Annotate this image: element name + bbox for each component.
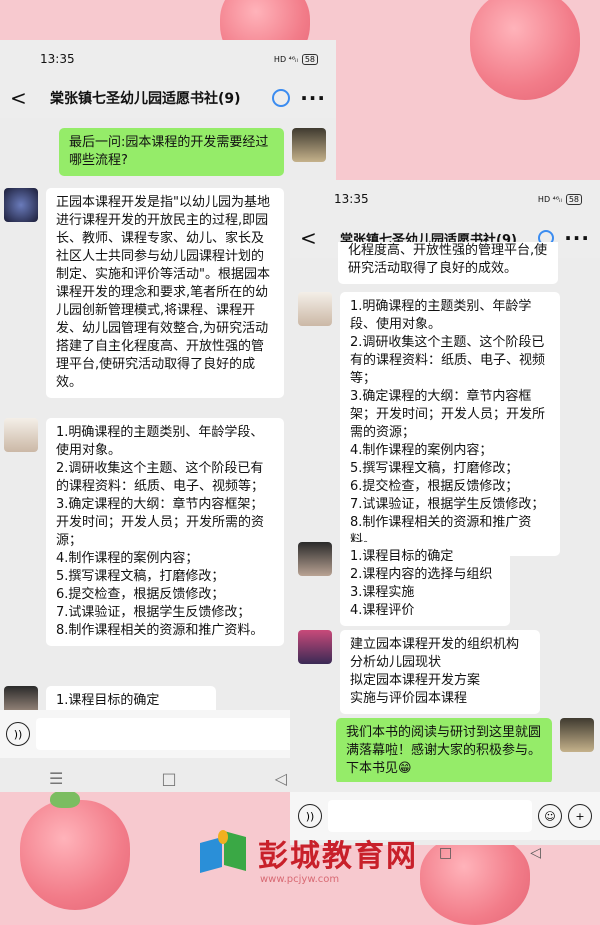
chat-area: 化程度高、开放性强的管理平台,使研究活动取得了良好的成效。 1.明确课程的主题类… xyxy=(290,242,600,782)
avatar xyxy=(4,418,38,452)
status-icons: HD ⁴⁶ᵢₗ 58 xyxy=(273,53,318,65)
message-input[interactable] xyxy=(36,718,300,750)
message-right: 我们本书的阅读与研讨到这里就圆满落幕啦！感谢大家的积极参与。下本书见😁 xyxy=(336,718,594,782)
message-left: 1.明确课程的主题类别、年龄学段、使用对象。 2.调研收集这个主题、这个阶段已有… xyxy=(4,418,284,646)
avatar xyxy=(292,128,326,162)
message-bubble: 1.明确课程的主题类别、年龄学段、使用对象。 2.调研收集这个主题、这个阶段已有… xyxy=(46,418,284,646)
signal-icon: HD ⁴⁶ᵢₗ xyxy=(273,54,298,64)
system-nav-bar: □ ◁ xyxy=(400,845,580,861)
avatar xyxy=(560,718,594,752)
avatar xyxy=(298,542,332,576)
chat-header: < 棠张镇七圣幼儿园适愿书社(9) ··· xyxy=(0,78,336,118)
voice-icon[interactable]: )) xyxy=(6,722,30,746)
emoji-icon[interactable]: ☺ xyxy=(538,804,562,828)
phone-screenshot-right: 13:35 HD ⁴⁶ᵢₗ 58 < 棠张镇七圣幼儿园适愿书社(9) ··· 化… xyxy=(290,180,600,845)
strawberry-decoration xyxy=(20,790,130,910)
message-right: 最后一问:园本课程的开发需要经过哪些流程? xyxy=(59,128,326,176)
message-bubble: 1.明确课程的主题类别、年龄学段、使用对象。 2.调研收集这个主题、这个阶段已有… xyxy=(340,292,560,556)
status-time: 13:35 xyxy=(334,192,369,206)
status-bar: 13:35 HD ⁴⁶ᵢₗ 58 xyxy=(290,180,600,218)
message-bubble: 1.课程目标的确定 2.课程内容的选择与组织 3.课程实施 4.课程评价 xyxy=(340,542,510,626)
back-nav-icon[interactable]: ◁ xyxy=(275,769,287,788)
message-left: 正园本课程开发是指"以幼儿园为基地进行课程开发的开放民主的过程,即园长、教师、课… xyxy=(4,188,284,398)
more-options-button[interactable]: ··· xyxy=(300,86,326,110)
avatar xyxy=(298,292,332,326)
voice-icon[interactable]: )) xyxy=(298,804,322,828)
battery-icon: 58 xyxy=(301,53,318,65)
home-nav-icon[interactable]: □ xyxy=(439,845,452,861)
system-nav-bar: ☰ □ ◁ xyxy=(0,756,336,792)
battery-icon: 58 xyxy=(565,193,582,205)
strawberry-decoration xyxy=(470,0,580,100)
phone-screenshot-left: 13:35 HD ⁴⁶ᵢₗ 58 < 棠张镇七圣幼儿园适愿书社(9) ··· 最… xyxy=(0,40,336,792)
status-icons: HD ⁴⁶ᵢₗ 58 xyxy=(537,193,582,205)
menu-nav-icon[interactable]: ☰ xyxy=(49,769,63,788)
watermark-url: www.pcjyw.com xyxy=(260,874,340,885)
signal-icon: HD ⁴⁶ᵢₗ xyxy=(537,194,562,204)
message-bubble: 正园本课程开发是指"以幼儿园为基地进行课程开发的开放民主的过程,即园长、教师、课… xyxy=(46,188,284,398)
message-bubble: 化程度高、开放性强的管理平台,使研究活动取得了良好的成效。 xyxy=(338,242,558,284)
avatar xyxy=(4,188,38,222)
avatar xyxy=(298,630,332,664)
message-left: 建立园本课程开发的组织机构 分析幼儿园现状 拟定园本课程开发方案 实施与评价园本… xyxy=(298,630,540,714)
message-bubble: 建立园本课程开发的组织机构 分析幼儿园现状 拟定园本课程开发方案 实施与评价园本… xyxy=(340,630,540,714)
home-nav-icon[interactable]: □ xyxy=(161,769,176,788)
add-icon[interactable]: + xyxy=(568,804,592,828)
message-input[interactable] xyxy=(328,800,532,832)
chat-title: 棠张镇七圣幼儿园适愿书社(9) xyxy=(50,91,241,107)
message-bubble: 最后一问:园本课程的开发需要经过哪些流程? xyxy=(59,128,284,176)
group-badge-icon xyxy=(272,89,291,107)
back-nav-icon[interactable]: ◁ xyxy=(530,845,541,861)
message-left: 化程度高、开放性强的管理平台,使研究活动取得了良好的成效。 xyxy=(338,242,558,284)
message-bubble: 我们本书的阅读与研讨到这里就圆满落幕啦！感谢大家的积极参与。下本书见😁 xyxy=(336,718,552,782)
message-left: 1.明确课程的主题类别、年龄学段、使用对象。 2.调研收集这个主题、这个阶段已有… xyxy=(298,292,560,556)
status-time: 13:35 xyxy=(40,52,75,66)
chat-area: 最后一问:园本课程的开发需要经过哪些流程? 正园本课程开发是指"以幼儿园为基地进… xyxy=(0,118,336,718)
status-bar: 13:35 HD ⁴⁶ᵢₗ 58 xyxy=(0,40,336,78)
back-button[interactable]: < xyxy=(10,86,50,110)
watermark-text: 彭城教育网 xyxy=(258,839,418,874)
watermark-logo: 彭城教育网 xyxy=(200,830,418,876)
book-logo-icon xyxy=(200,830,250,876)
message-left: 1.课程目标的确定 2.课程内容的选择与组织 3.课程实施 4.课程评价 xyxy=(298,542,510,626)
input-bar: )) ☺ xyxy=(0,710,336,758)
